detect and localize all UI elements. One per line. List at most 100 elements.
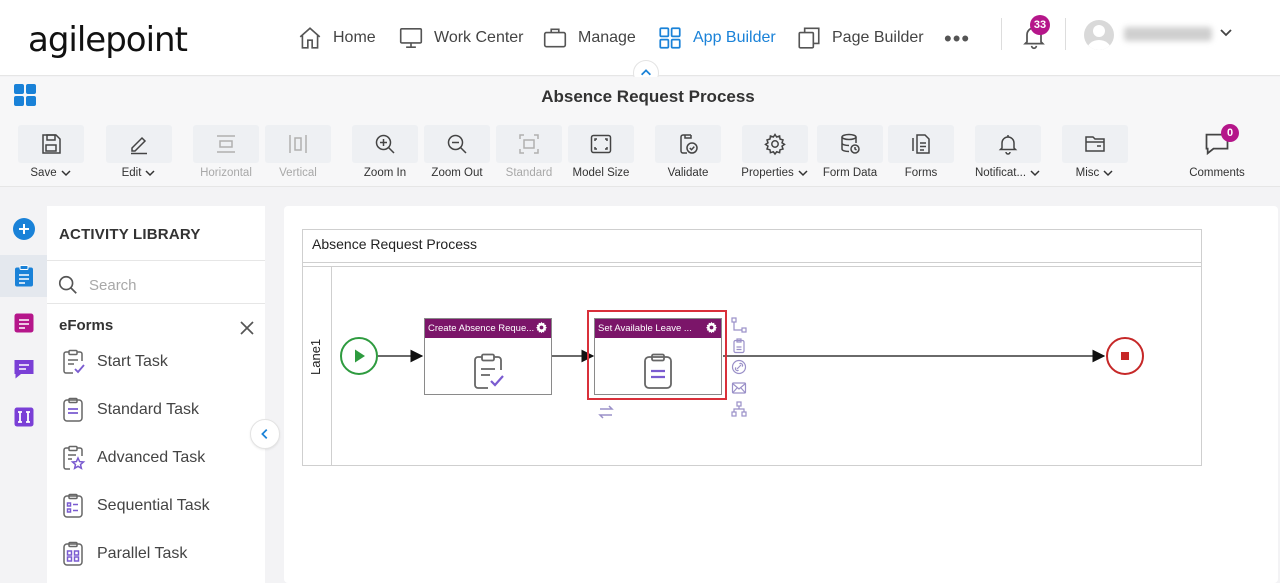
task-tool-icon[interactable]: [731, 338, 747, 354]
left-icon-rail: [0, 206, 47, 583]
chat-icon: [14, 360, 33, 379]
edit-label: Edit: [121, 167, 142, 179]
swap-arrows-icon[interactable]: [597, 403, 615, 421]
gear-icon[interactable]: [705, 321, 718, 334]
rail-messages[interactable]: [0, 348, 47, 390]
library-category-title: eForms: [59, 317, 114, 334]
validate-button[interactable]: Validate: [655, 125, 721, 187]
forms-label: Forms: [904, 167, 938, 179]
home-icon: [299, 27, 321, 49]
library-item-start-task[interactable]: Start Task: [59, 346, 168, 378]
more-menu-button[interactable]: •••: [944, 26, 970, 52]
library-item-sequential-task[interactable]: Sequential Task: [59, 490, 210, 522]
library-item-label: Standard Task: [97, 401, 199, 418]
divider: [47, 303, 265, 304]
standard-size-icon: [519, 134, 539, 154]
pool-header: Absence Request Process: [303, 230, 1201, 262]
rail-add[interactable]: [0, 208, 47, 250]
horizontal-label: Horizontal: [200, 167, 252, 179]
close-icon[interactable]: [239, 320, 255, 336]
zoom-in-icon: [375, 134, 395, 154]
integration-icon: [14, 407, 33, 427]
sequential-task-icon: [63, 493, 83, 518]
hierarchy-tool-icon[interactable]: [731, 401, 747, 417]
nav-page-builder-label: Page Builder: [832, 29, 924, 46]
library-item-label: Advanced Task: [97, 449, 206, 466]
chevron-down-icon[interactable]: [1218, 24, 1234, 40]
activity-create-absence-request[interactable]: Create Absence Reque...: [424, 318, 552, 395]
rail-forms[interactable]: [0, 302, 47, 344]
clipboard-icon: [14, 265, 33, 287]
standard-button[interactable]: Standard: [496, 125, 562, 187]
library-search: [57, 274, 257, 296]
chevron-down-icon: [1103, 170, 1113, 177]
monitor-icon: [399, 27, 423, 49]
link-tool-icon[interactable]: [731, 359, 747, 375]
pool-header-divider: [303, 262, 1201, 263]
save-label: Save: [30, 167, 57, 179]
misc-button[interactable]: Misc: [1062, 125, 1128, 187]
nav-app-builder[interactable]: App Builder: [657, 22, 776, 54]
fit-screen-icon: [590, 134, 612, 154]
forms-button[interactable]: Forms: [888, 125, 954, 187]
gear-icon[interactable]: [535, 321, 548, 334]
nav-manage-label: Manage: [578, 29, 636, 46]
horizontal-layout-icon: [217, 135, 235, 153]
library-item-label: Sequential Task: [97, 497, 210, 514]
user-name-blurred[interactable]: [1124, 27, 1212, 41]
standard-task-icon: [63, 397, 83, 422]
notification-count-badge: 33: [1030, 15, 1050, 35]
forms-icon: [912, 134, 930, 154]
nav-work-center[interactable]: Work Center: [398, 22, 524, 54]
email-tool-icon[interactable]: [731, 380, 747, 396]
pool-title: Absence Request Process: [312, 236, 477, 252]
user-avatar[interactable]: [1084, 20, 1114, 50]
edit-button[interactable]: Edit: [106, 125, 172, 187]
zoom-in-button[interactable]: Zoom In: [352, 125, 418, 187]
horizontal-button[interactable]: Horizontal: [193, 125, 259, 187]
zoom-out-button[interactable]: Zoom Out: [424, 125, 490, 187]
comments-button[interactable]: Comments: [1184, 125, 1250, 187]
form-data-label: Form Data: [822, 167, 878, 179]
notifications-button[interactable]: Notificat...: [975, 125, 1041, 187]
collapse-library-button[interactable]: [250, 419, 280, 449]
save-icon: [42, 134, 61, 154]
nav-manage[interactable]: Manage: [542, 22, 636, 54]
nav-app-builder-label: App Builder: [693, 29, 776, 46]
model-size-label: Model Size: [572, 167, 630, 179]
database-icon: [841, 133, 860, 154]
start-task-icon: [63, 349, 85, 374]
library-item-standard-task[interactable]: Standard Task: [59, 394, 199, 426]
nav-home[interactable]: Home: [297, 22, 376, 54]
rail-activity-library[interactable]: [0, 255, 47, 297]
activity-title: Create Absence Reque...: [425, 319, 551, 338]
form-doc-icon: [14, 313, 33, 333]
vertical-button[interactable]: Vertical: [265, 125, 331, 187]
lane-label[interactable]: Lane1: [308, 339, 328, 375]
save-button[interactable]: Save: [18, 125, 84, 187]
library-item-parallel-task[interactable]: Parallel Task: [59, 538, 187, 570]
model-size-button[interactable]: Model Size: [568, 125, 634, 187]
properties-button[interactable]: Properties: [741, 125, 808, 187]
library-item-advanced-task[interactable]: Advanced Task: [59, 442, 205, 474]
advanced-task-icon: [63, 445, 86, 470]
form-data-button[interactable]: Form Data: [817, 125, 883, 187]
search-input[interactable]: [89, 276, 249, 294]
misc-label: Misc: [1075, 167, 1100, 179]
nav-page-builder[interactable]: Page Builder: [796, 22, 924, 54]
top-navigation: agilepoint Home Work Center Manage App B…: [0, 0, 1280, 86]
process-title-bar: Absence Request Process: [0, 77, 1280, 117]
comments-count-badge: 0: [1221, 124, 1239, 142]
validate-label: Validate: [667, 167, 709, 179]
chevron-down-icon: [145, 170, 155, 177]
rail-integration[interactable]: [0, 396, 47, 438]
activity-library-title: ACTIVITY LIBRARY: [59, 226, 201, 243]
search-icon: [58, 275, 77, 294]
briefcase-icon: [543, 28, 567, 48]
activity-set-available-leave[interactable]: Set Available Leave ...: [594, 318, 722, 395]
connector-tool-icon[interactable]: [731, 317, 747, 333]
agilepoint-logo[interactable]: agilepoint: [28, 20, 188, 60]
gear-icon: [764, 133, 786, 156]
activity-title: Set Available Leave ...: [595, 319, 721, 338]
lane-divider: [331, 267, 332, 465]
